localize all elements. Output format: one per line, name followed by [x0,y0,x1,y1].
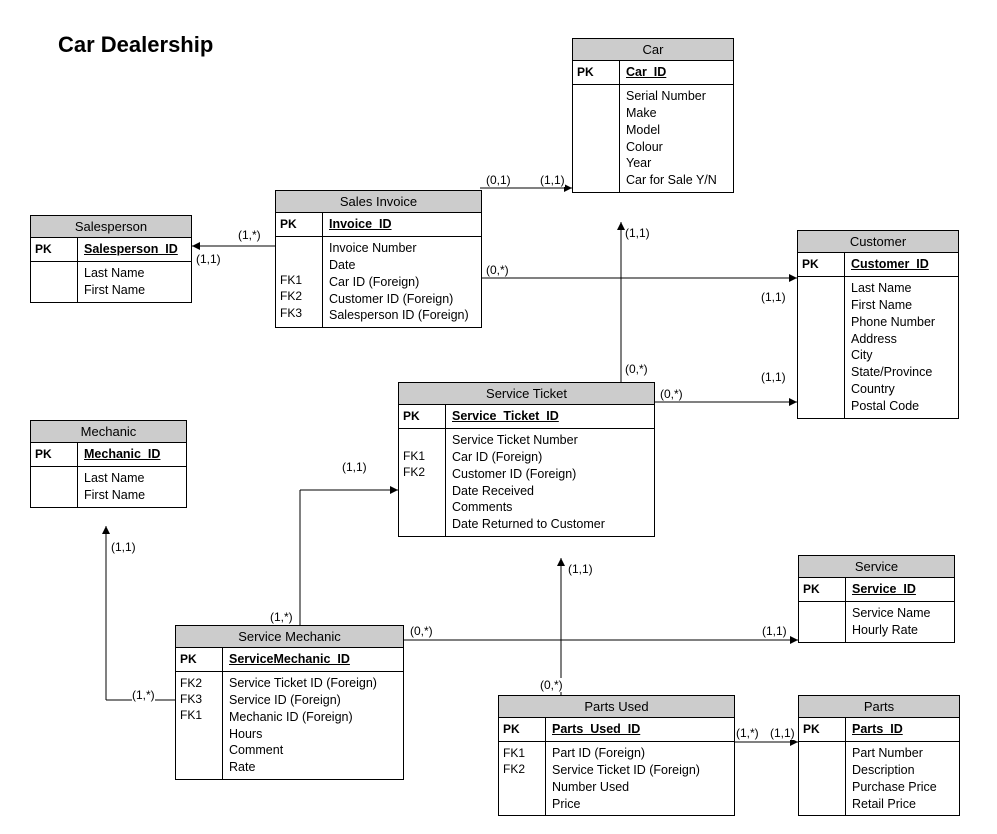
card-label: (1,1) [625,226,650,240]
attr: Postal Code [851,398,952,415]
entity-sales-invoice: Sales Invoice PKInvoice_ID FK1 FK2 FK3 I… [275,190,482,328]
entity-header: Customer [798,231,958,253]
attr: Last Name [84,470,180,487]
card-label: (1,*) [270,610,293,624]
attr: Year [626,155,727,172]
pk-field: Customer_ID [845,253,958,276]
card-label: (1,1) [762,624,787,638]
card-label: (0,1) [486,173,511,187]
attr: First Name [84,282,185,299]
attr: Part ID (Foreign) [552,745,728,762]
entity-header: Service Mechanic [176,626,403,648]
entity-header: Car [573,39,733,61]
pk-field: Parts_Used_ID [546,718,734,741]
card-label: (1,1) [761,290,786,304]
card-label: (0,*) [625,362,648,376]
attr: Rate [229,759,397,776]
pk-field: Service_Ticket_ID [446,405,654,428]
attr: Date Returned to Customer [452,516,648,533]
pk-field: Salesperson_ID [78,238,191,261]
entity-header: Salesperson [31,216,191,238]
card-label: (0,*) [660,387,683,401]
entity-header: Mechanic [31,421,186,443]
attr: Mechanic ID (Foreign) [229,709,397,726]
attr: Last Name [84,265,185,282]
attr: State/Province [851,364,952,381]
attr: Car for Sale Y/N [626,172,727,189]
entity-parts: Parts PKParts_ID Part Number Description… [798,695,960,816]
entity-header: Service [799,556,954,578]
attr: Make [626,105,727,122]
pk-field: Mechanic_ID [78,443,186,466]
card-label: (1,1) [111,540,136,554]
card-label: (1,1) [540,173,565,187]
attr: Hours [229,726,397,743]
pk-field: ServiceMechanic_ID [223,648,403,671]
attr: Service Ticket Number [452,432,648,449]
attr: Customer ID (Foreign) [452,466,648,483]
attr: Service Name [852,605,948,622]
entity-customer: Customer PKCustomer_ID Last Name First N… [797,230,959,419]
pk-field: Parts_ID [846,718,959,741]
entity-mechanic: Mechanic PKMechanic_ID Last Name First N… [30,420,187,508]
card-label: (1,1) [568,562,593,576]
attr: Address [851,331,952,348]
card-label: (0,*) [410,624,433,638]
pk-field: Car_ID [620,61,733,84]
entity-service-ticket: Service Ticket PKService_Ticket_ID FK1 F… [398,382,655,537]
attr: Service ID (Foreign) [229,692,397,709]
attr: Car ID (Foreign) [329,274,475,291]
attr: Phone Number [851,314,952,331]
card-label: (1,*) [238,228,261,242]
attr: Salesperson ID (Foreign) [329,307,475,324]
diagram-title: Car Dealership [58,32,213,58]
attr: Price [552,796,728,813]
card-label: (1,1) [342,460,367,474]
pk-field: Service_ID [846,578,954,601]
attr: Customer ID (Foreign) [329,291,475,308]
entity-parts-used: Parts Used PKParts_Used_ID FK1 FK2 Part … [498,695,735,816]
attr: First Name [84,487,180,504]
card-label: (1,1) [770,726,795,740]
attr: Car ID (Foreign) [452,449,648,466]
attr: Country [851,381,952,398]
entity-header: Service Ticket [399,383,654,405]
attr: Service Ticket ID (Foreign) [229,675,397,692]
attr: Invoice Number [329,240,475,257]
attr: Colour [626,139,727,156]
attr: Comment [229,742,397,759]
attr: Part Number [852,745,953,762]
attr: Comments [452,499,648,516]
card-label: (1,*) [736,726,759,740]
card-label: (1,1) [761,370,786,384]
entity-car: Car PKCar_ID Serial Number Make Model Co… [572,38,734,193]
entity-header: Sales Invoice [276,191,481,213]
entity-header: Parts Used [499,696,734,718]
card-label: (0,*) [486,263,509,277]
attr: City [851,347,952,364]
card-label: (1,1) [196,252,221,266]
entity-header: Parts [799,696,959,718]
attr: Number Used [552,779,728,796]
attr: Date [329,257,475,274]
card-label: (1,*) [132,688,155,702]
attr: Retail Price [852,796,953,813]
attr: Date Received [452,483,648,500]
entity-salesperson: Salesperson PKSalesperson_ID Last Name F… [30,215,192,303]
attr: Last Name [851,280,952,297]
attr: First Name [851,297,952,314]
attr: Model [626,122,727,139]
attr: Description [852,762,953,779]
attr: Serial Number [626,88,727,105]
attr: Hourly Rate [852,622,948,639]
card-label: (0,*) [540,678,563,692]
pk-field: Invoice_ID [323,213,481,236]
attr: Service Ticket ID (Foreign) [552,762,728,779]
attr: Purchase Price [852,779,953,796]
entity-service-mechanic: Service Mechanic PKServiceMechanic_ID FK… [175,625,404,780]
entity-service: Service PKService_ID Service Name Hourly… [798,555,955,643]
